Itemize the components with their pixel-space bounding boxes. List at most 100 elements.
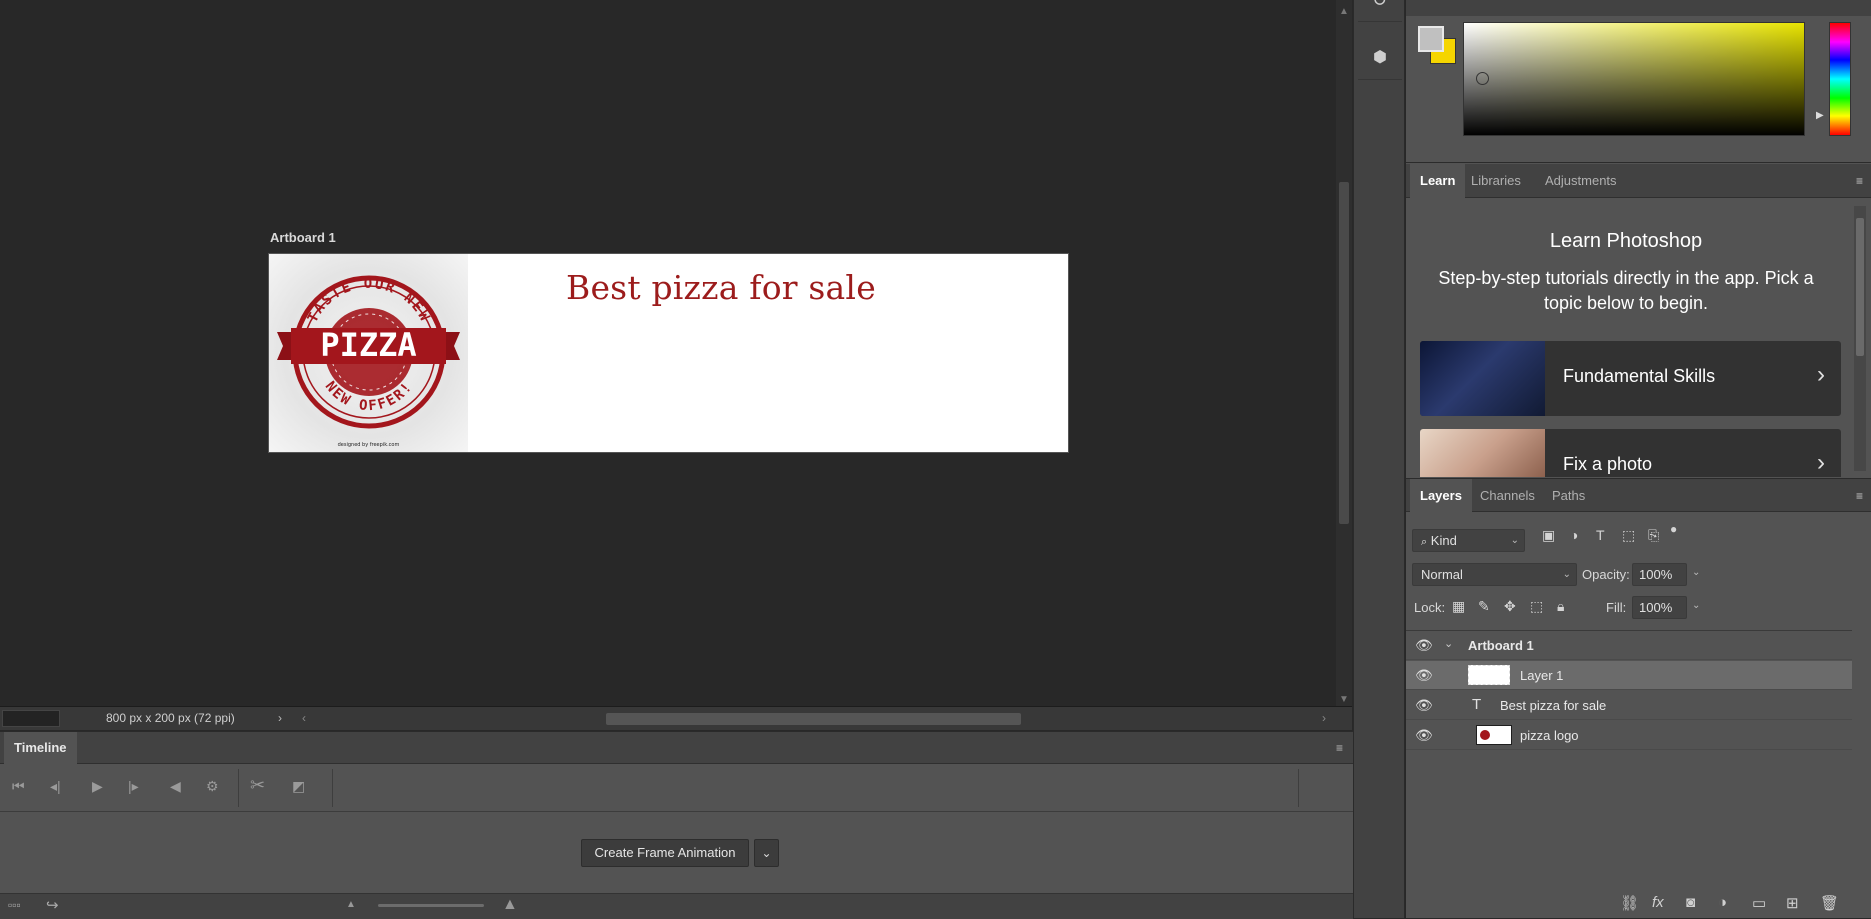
- canvas-area[interactable]: Artboard 1 TASTE OUR NEW NEW OFFER! PIZZ…: [0, 0, 1352, 730]
- fill-input[interactable]: 100%: [1632, 596, 1687, 619]
- scroll-down-icon[interactable]: ▼: [1339, 694, 1349, 705]
- first-frame-icon[interactable]: ⏮: [12, 778, 25, 795]
- zoom-field[interactable]: [2, 710, 60, 727]
- convert-icon[interactable]: ↪: [46, 896, 59, 914]
- link-layers-icon[interactable]: ⛓︎: [1620, 894, 1639, 912]
- color-saturation-field[interactable]: [1463, 22, 1805, 136]
- hue-slider[interactable]: [1829, 22, 1851, 136]
- layers-tabbar: Layers Channels Paths ≡: [1406, 478, 1871, 513]
- chevron-down-icon[interactable]: ⌄: [754, 839, 779, 867]
- previous-frame-icon[interactable]: ◂|: [50, 778, 61, 795]
- layer-filter-kind-select[interactable]: ⌕ Kind ⌄: [1412, 529, 1525, 552]
- pizza-logo-image[interactable]: TASTE OUR NEW NEW OFFER! PIZZA designed …: [269, 254, 468, 452]
- trash-icon[interactable]: 🗑︎: [1820, 894, 1839, 912]
- timeline-zoom-slider[interactable]: [378, 904, 484, 907]
- settings-gear-icon[interactable]: ⚙: [206, 778, 219, 795]
- layer-thumbnail: [1476, 725, 1512, 745]
- scroll-right-icon[interactable]: ›: [1322, 711, 1326, 725]
- horizontal-scroll-thumb[interactable]: [606, 713, 1021, 725]
- scissors-icon[interactable]: ✂: [250, 775, 265, 796]
- timeline-footer: ▫▫▫ ↪ ▲ ▲: [0, 893, 1353, 919]
- vertical-scroll-thumb[interactable]: [1339, 182, 1349, 524]
- scroll-left-icon[interactable]: ‹: [302, 711, 306, 725]
- panel-menu-icon[interactable]: ≡: [1336, 741, 1343, 755]
- fill-label: Fill:: [1606, 600, 1627, 615]
- chevron-down-icon[interactable]: ⌄: [1692, 567, 1700, 578]
- timeline-tabbar: Timeline ≡: [0, 732, 1353, 765]
- panel-menu-icon[interactable]: ≡: [1856, 174, 1863, 188]
- filter-toggle-icon[interactable]: ●: [1670, 522, 1677, 536]
- filter-kind-value: Kind: [1430, 533, 1457, 548]
- document-info[interactable]: 800 px x 200 px (72 ppi): [106, 711, 235, 725]
- audio-icon[interactable]: ◀: [170, 778, 181, 795]
- hue-indicator-icon[interactable]: ▶: [1816, 110, 1824, 121]
- smart-object-filter-icon[interactable]: ⎘: [1648, 527, 1659, 544]
- layer-row-layer-1[interactable]: 👁︎ Layer 1: [1406, 661, 1852, 690]
- new-layer-icon[interactable]: ⊞: [1786, 894, 1799, 912]
- shape-layer-filter-icon[interactable]: ⬚: [1622, 527, 1635, 544]
- layer-name[interactable]: Artboard 1: [1468, 638, 1534, 653]
- panel-menu-icon[interactable]: ≡: [1856, 489, 1863, 503]
- visibility-eye-icon[interactable]: 👁︎: [1415, 637, 1433, 654]
- lock-all-icon[interactable]: 🔒︎: [1557, 598, 1564, 615]
- opacity-input[interactable]: 100%: [1632, 563, 1687, 586]
- fx-icon[interactable]: fx: [1652, 894, 1664, 911]
- canvas-vertical-scrollbar[interactable]: ▲ ▼: [1336, 0, 1352, 712]
- frame-view-icon[interactable]: ▫▫▫: [8, 898, 21, 912]
- card-fix-a-photo[interactable]: Fix a photo ›: [1420, 429, 1841, 477]
- canvas-horizontal-scrollbar[interactable]: ‹ ›: [300, 710, 1330, 727]
- layer-name[interactable]: Best pizza for sale: [1500, 698, 1606, 713]
- lock-position-icon[interactable]: ✥: [1504, 598, 1516, 615]
- type-layer-filter-icon[interactable]: T: [1596, 527, 1605, 543]
- lock-artboard-icon[interactable]: ⬚: [1530, 598, 1543, 615]
- layer-name[interactable]: pizza logo: [1520, 728, 1579, 743]
- opacity-label: Opacity:: [1582, 567, 1630, 582]
- lock-image-pixels-icon[interactable]: ✎: [1478, 598, 1490, 615]
- chevron-down-icon[interactable]: ⌄: [1444, 637, 1453, 650]
- learn-tabbar: Learn Libraries Adjustments ≡: [1406, 164, 1871, 198]
- tab-channels[interactable]: Channels: [1470, 479, 1545, 513]
- history-icon[interactable]: ↺: [1358, 0, 1402, 22]
- card-fundamental-skills[interactable]: Fundamental Skills ›: [1420, 341, 1841, 416]
- add-mask-icon[interactable]: ◙: [1686, 894, 1695, 911]
- tab-layers[interactable]: Layers: [1410, 479, 1472, 513]
- adjustment-layer-icon[interactable]: ◑: [1718, 894, 1727, 911]
- tab-paths[interactable]: Paths: [1542, 479, 1595, 513]
- artboard-label[interactable]: Artboard 1: [270, 230, 336, 245]
- learn-scroll-thumb[interactable]: [1856, 218, 1864, 356]
- foreground-color-swatch[interactable]: [1418, 26, 1444, 52]
- zoom-out-icon[interactable]: ▲: [346, 899, 356, 910]
- lock-label: Lock:: [1414, 600, 1446, 615]
- tab-adjustments[interactable]: Adjustments: [1535, 164, 1627, 198]
- tab-libraries[interactable]: Libraries: [1461, 164, 1531, 198]
- layer-row-artboard-1[interactable]: 👁︎ ⌄ Artboard 1: [1406, 631, 1852, 660]
- visibility-eye-icon[interactable]: 👁︎: [1415, 667, 1433, 684]
- play-icon[interactable]: ▶: [92, 778, 103, 795]
- zoom-in-icon[interactable]: ▲: [502, 896, 518, 914]
- tab-timeline[interactable]: Timeline: [4, 732, 77, 765]
- scroll-up-icon[interactable]: ▲: [1339, 6, 1349, 17]
- headline-text[interactable]: Best pizza for sale: [566, 268, 876, 307]
- visibility-eye-icon[interactable]: 👁︎: [1415, 727, 1433, 744]
- learn-scrollbar[interactable]: [1854, 206, 1866, 471]
- adjustment-layer-filter-icon[interactable]: ◑: [1570, 527, 1578, 543]
- layer-row-text[interactable]: 👁︎ T Best pizza for sale: [1406, 691, 1852, 720]
- lock-transparent-pixels-icon[interactable]: ▦: [1452, 598, 1465, 615]
- collapsed-panels-strip: ↺ ⬢: [1353, 0, 1405, 918]
- create-frame-animation-button[interactable]: Create Frame Animation: [581, 839, 749, 867]
- blend-mode-select[interactable]: Normal ⌄: [1412, 563, 1577, 586]
- color-picker-cursor[interactable]: [1476, 72, 1489, 85]
- next-frame-icon[interactable]: |▸: [128, 778, 139, 795]
- layer-name[interactable]: Layer 1: [1520, 668, 1563, 683]
- transition-icon[interactable]: ◩: [292, 778, 305, 795]
- visibility-eye-icon[interactable]: 👁︎: [1415, 697, 1433, 714]
- chevron-right-icon[interactable]: ›: [278, 711, 282, 725]
- blend-mode-value: Normal: [1421, 567, 1463, 582]
- chevron-down-icon[interactable]: ⌄: [1692, 600, 1700, 611]
- pixel-layer-filter-icon[interactable]: ▣: [1542, 527, 1555, 544]
- tab-learn[interactable]: Learn: [1410, 164, 1466, 198]
- layer-row-pizza-logo[interactable]: 👁︎ pizza logo: [1406, 721, 1852, 750]
- 3d-panel-icon[interactable]: ⬢: [1358, 36, 1402, 80]
- artboard[interactable]: TASTE OUR NEW NEW OFFER! PIZZA designed …: [268, 253, 1069, 453]
- new-group-folder-icon[interactable]: ▭: [1752, 894, 1766, 912]
